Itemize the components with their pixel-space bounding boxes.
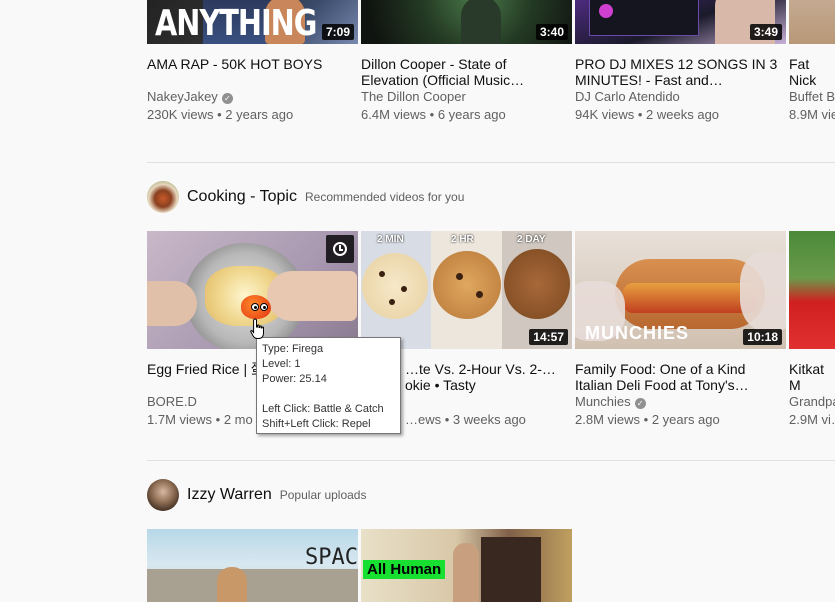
video-thumbnail[interactable]: 3:40 xyxy=(361,0,572,44)
video-thumbnail[interactable]: 3:49 xyxy=(575,0,786,44)
shelf-header-cooking: Cooking - Topic Recommended videos for y… xyxy=(147,181,464,213)
thumbnail-label: 2 DAY xyxy=(517,234,546,245)
video-stats: 8.9M vie… xyxy=(789,107,835,122)
thumbnail-caption: SPACE xyxy=(305,545,358,570)
video-stats: 94K views • 2 weeks ago xyxy=(575,107,720,122)
video-title[interactable]: Fat Nick (Officia… xyxy=(789,56,835,88)
section-divider xyxy=(147,162,835,163)
video-card-space[interactable]: SPACE xyxy=(147,529,358,602)
hand-cursor-icon xyxy=(250,318,264,339)
video-card-3[interactable]: 3:49 PRO DJ MIXES 12 SONGS IN 3 MINUTES!… xyxy=(575,0,786,124)
video-title[interactable]: PRO DJ MIXES 12 SONGS IN 3 MINUTES! - Fa… xyxy=(575,56,786,88)
video-title[interactable]: AMA RAP - 50K HOT BOYS xyxy=(147,56,358,88)
shelf-subtitle: Popular uploads xyxy=(279,488,367,502)
shift-click-hint: Shift+Left Click: Repel xyxy=(262,418,371,430)
video-card-munchies[interactable]: MUNCHIES 10:18 Family Food: One of a Kin… xyxy=(575,231,786,429)
channel-name[interactable]: The Dillon Cooper xyxy=(361,88,572,106)
shelf-title[interactable]: Cooking - Topic xyxy=(187,188,297,206)
verified-icon: ✓ xyxy=(634,398,646,409)
channel-avatar[interactable] xyxy=(147,479,179,511)
duration-badge: 14:57 xyxy=(529,329,568,345)
thumbnail-label: 2 MIN xyxy=(377,234,404,245)
thumbnail-caption: All Human xyxy=(363,560,446,579)
video-stats: 2.9M vi… xyxy=(789,412,835,427)
duration-badge: 3:40 xyxy=(535,24,568,40)
creature-power: Power: 25.14 xyxy=(262,373,327,385)
video-thumbnail[interactable]: ANYTHING 7:09 xyxy=(147,0,358,44)
channel-name[interactable]: Grandpa… xyxy=(789,393,835,411)
video-thumbnail[interactable] xyxy=(789,0,835,44)
video-title[interactable]: Kitkat M DESSER… xyxy=(789,361,835,393)
thumbnail-label: 2 HR xyxy=(451,234,474,245)
video-title[interactable]: Family Food: One of a Kind Italian Deli … xyxy=(575,361,786,393)
video-stats: 2.8M views • 2 years ago xyxy=(575,412,720,427)
creature-level: Level: 1 xyxy=(262,358,301,370)
verified-icon: ✓ xyxy=(221,93,233,104)
video-card-all-human[interactable]: All Human xyxy=(361,529,572,602)
video-thumbnail[interactable]: MUNCHIES 10:18 xyxy=(575,231,786,349)
video-stats: 230K views • 2 years ago xyxy=(147,107,294,122)
shelf-header-izzy-warren: Izzy Warren Popular uploads xyxy=(147,479,366,511)
creature-tooltip: Type: Firega Level: 1 Power: 25.14 Left … xyxy=(256,337,401,434)
video-thumbnail[interactable]: All Human xyxy=(361,529,572,602)
video-card-kitkat[interactable]: Kitkat M DESSER… Grandpa… 2.9M vi… xyxy=(789,231,835,429)
channel-name[interactable]: Munchies ✓ xyxy=(575,393,786,411)
video-title[interactable]: Dillon Cooper - State of Elevation (Offi… xyxy=(361,56,572,88)
thumbnail-caption: ANYTHING xyxy=(155,2,317,44)
channel-name[interactable]: DJ Carlo Atendido xyxy=(575,88,786,106)
video-stats: 6.4M views • 6 years ago xyxy=(361,107,506,122)
video-thumbnail[interactable] xyxy=(789,231,835,349)
video-thumbnail[interactable]: SPACE xyxy=(147,529,358,602)
duration-badge: 10:18 xyxy=(743,329,782,345)
thumbnail-caption: MUNCHIES xyxy=(585,323,690,343)
left-click-hint: Left Click: Battle & Catch xyxy=(262,403,384,415)
shelf-subtitle: Recommended videos for you xyxy=(304,190,465,204)
video-thumbnail[interactable]: 2 MIN 2 HR 2 DAY 14:57 xyxy=(361,231,572,349)
watch-later-icon[interactable] xyxy=(326,235,354,263)
section-divider xyxy=(147,460,835,461)
channel-name[interactable]: NakeyJakey ✓ xyxy=(147,88,358,106)
firega-creature-icon[interactable] xyxy=(241,291,275,321)
video-card-2[interactable]: 3:40 Dillon Cooper - State of Elevation … xyxy=(361,0,572,124)
duration-badge: 3:49 xyxy=(749,24,782,40)
creature-type: Type: Firega xyxy=(262,343,324,355)
video-card-4[interactable]: Fat Nick (Officia… Buffet B… 8.9M vie… xyxy=(789,0,835,124)
video-card-1[interactable]: ANYTHING 7:09 AMA RAP - 50K HOT BOYS Nak… xyxy=(147,0,358,124)
channel-avatar[interactable] xyxy=(147,181,179,213)
shelf-title[interactable]: Izzy Warren xyxy=(187,486,272,504)
channel-name[interactable]: Buffet B… xyxy=(789,88,835,106)
duration-badge: 7:09 xyxy=(321,24,354,40)
